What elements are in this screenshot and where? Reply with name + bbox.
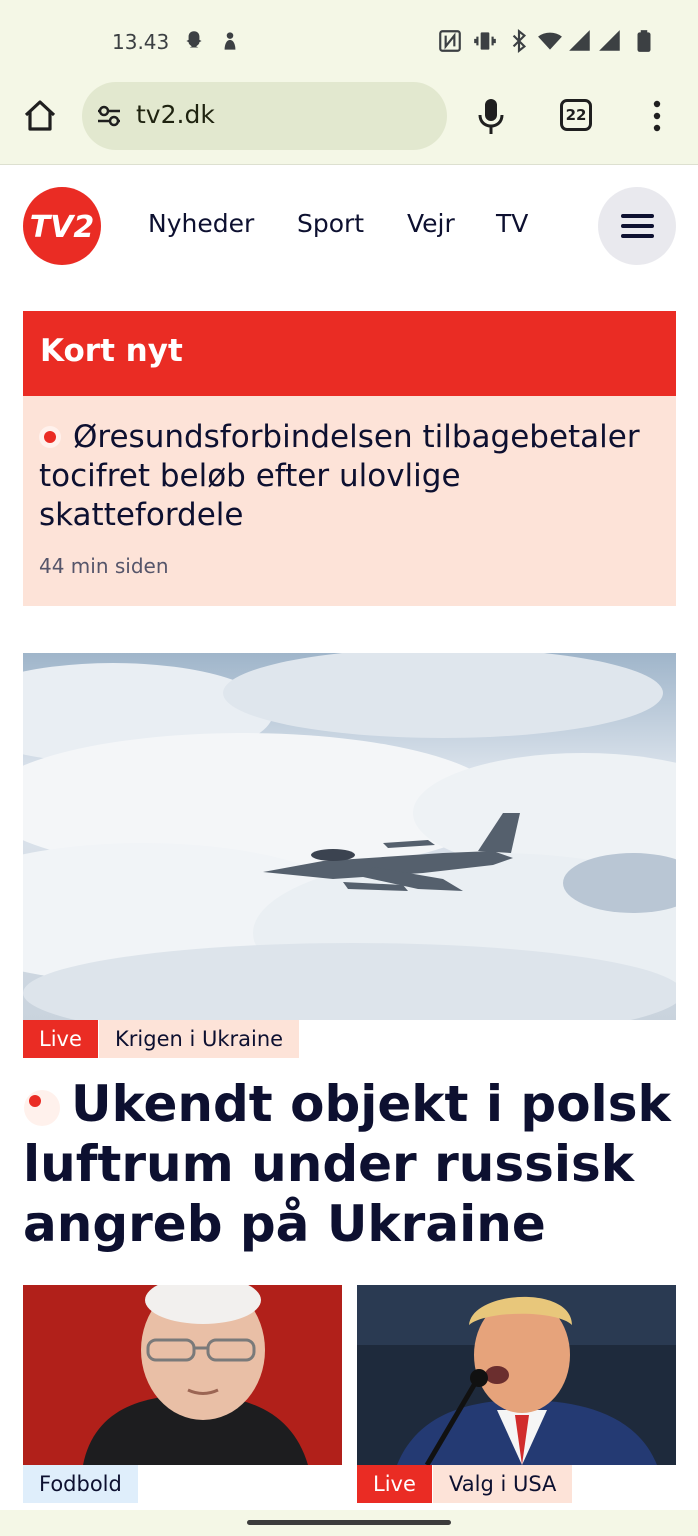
kort-nyt-timestamp: 44 min siden	[39, 554, 169, 578]
portrait-man-glasses-image	[23, 1285, 342, 1465]
category-tag-valg-usa[interactable]: Valg i USA	[433, 1465, 573, 1503]
nfc-icon	[439, 30, 461, 52]
status-time: 13.43	[112, 30, 170, 54]
kort-nyt-header[interactable]: Kort nyt	[23, 311, 676, 396]
svg-text:TV2: TV2	[30, 210, 95, 245]
signal-icon	[599, 30, 620, 51]
category-tag-fodbold[interactable]: Fodbold	[23, 1465, 138, 1503]
status-bar: 13.43	[0, 24, 698, 58]
tv2-logo-mark: TV2	[30, 210, 95, 245]
hero-headline[interactable]: Ukendt objekt i polsk luftrum under russ…	[23, 1074, 673, 1254]
home-gesture-handle[interactable]	[247, 1520, 451, 1525]
battery-icon	[637, 30, 651, 52]
browser-chrome: 13.43 tv2.dk 22	[0, 0, 698, 165]
hero-image[interactable]	[23, 653, 676, 1020]
snapchat-icon	[186, 31, 202, 48]
signal-icon	[569, 30, 590, 51]
address-bar[interactable]: tv2.dk	[82, 82, 447, 150]
kort-nyt-item[interactable]: Øresundsforbindelsen tilbagebetaler toci…	[23, 396, 676, 606]
kort-nyt-title: Kort nyt	[40, 333, 183, 369]
portrait-man-speaking-image	[357, 1285, 676, 1465]
kort-nyt-headline[interactable]: Øresundsforbindelsen tilbagebetaler toci…	[39, 418, 649, 535]
live-tag[interactable]: Live	[357, 1465, 432, 1503]
nav-link-sport[interactable]: Sport	[297, 209, 364, 238]
article-card-usa-image[interactable]	[357, 1285, 676, 1465]
live-tag[interactable]: Live	[23, 1020, 98, 1058]
nav-link-vejr[interactable]: Vejr	[407, 209, 455, 238]
wifi-icon	[538, 32, 562, 50]
snapchat-icon	[224, 32, 236, 50]
article-card-fodbold-image[interactable]	[23, 1285, 342, 1465]
gesture-nav-bar	[0, 1510, 698, 1536]
nav-link-nyheder[interactable]: Nyheder	[148, 209, 254, 238]
tab-switcher-button[interactable]: 22	[560, 99, 592, 131]
url-text[interactable]: tv2.dk	[136, 100, 215, 129]
hamburger-icon	[621, 214, 654, 218]
menu-button[interactable]	[598, 187, 676, 265]
category-tag-ukraine[interactable]: Krigen i Ukraine	[99, 1020, 300, 1058]
home-icon[interactable]	[20, 96, 60, 136]
more-options-icon[interactable]	[650, 100, 664, 132]
fighter-jet-clouds-image	[23, 653, 676, 1020]
vibrate-icon	[474, 32, 496, 50]
microphone-icon[interactable]	[476, 96, 506, 136]
site-settings-icon[interactable]	[96, 104, 122, 128]
site-header: TV2 Nyheder Sport Vejr TV	[0, 165, 698, 285]
tv2-logo[interactable]: TV2	[23, 187, 101, 265]
browser-toolbar: tv2.dk 22	[0, 82, 698, 150]
nav-link-tv[interactable]: TV	[496, 209, 528, 238]
bluetooth-icon	[512, 28, 527, 54]
